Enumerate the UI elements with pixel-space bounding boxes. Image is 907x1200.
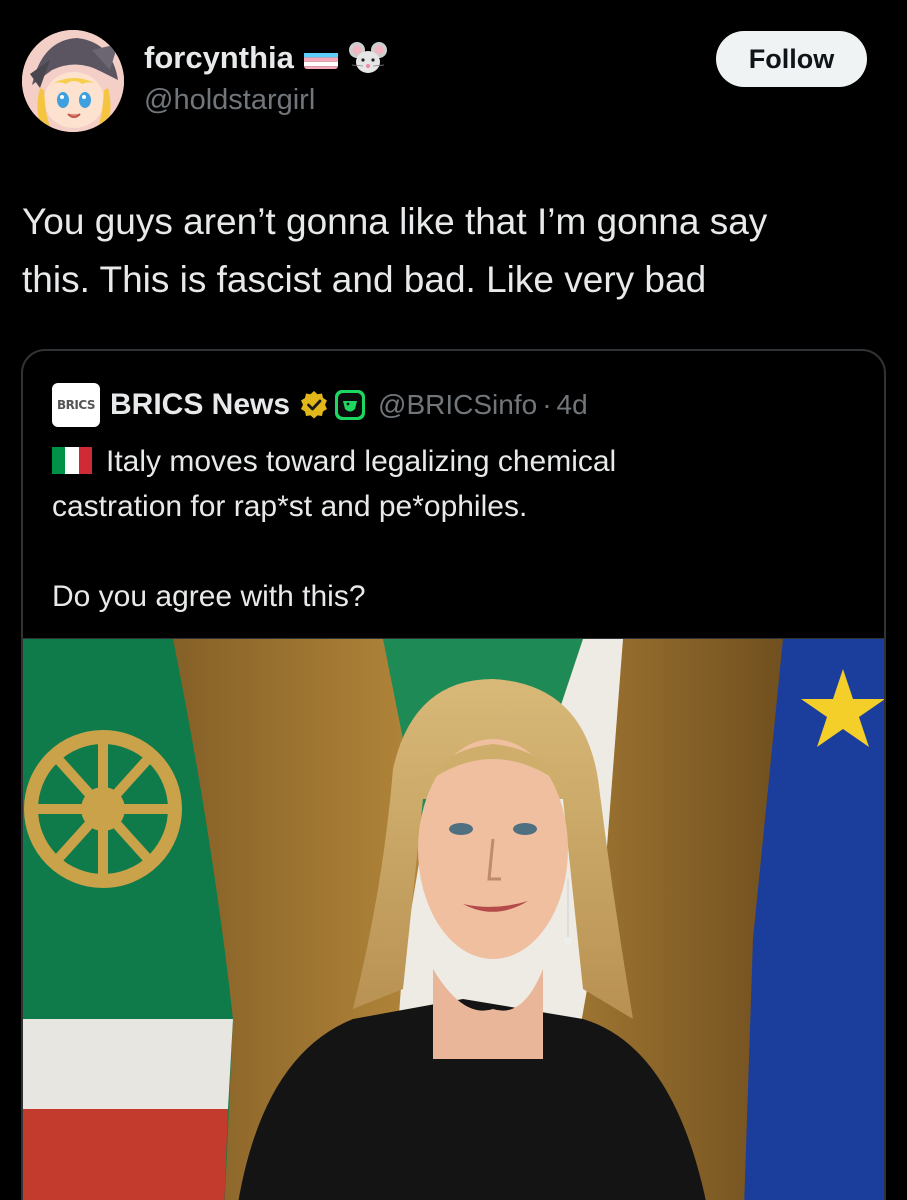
quoted-author-name[interactable]: BRICS News [110,388,290,422]
quoted-tweet-text: Italy moves toward legalizing chemical c… [52,439,852,619]
author-name-text: forcynthia [144,40,294,75]
quoted-text-line-1: Italy moves toward legalizing chemical [52,439,852,484]
italy-flag-icon [52,447,92,474]
follow-button[interactable]: Follow [716,31,867,87]
brics-logo-icon[interactable]: BRICS [52,383,100,427]
quoted-text-line-3: Do you agree with this? [52,580,366,613]
transgender-flag-icon [303,47,338,69]
quoted-text-line-1-content: Italy moves toward legalizing chemical [106,445,617,478]
quoted-timestamp[interactable]: 4d [557,389,588,421]
quoted-tweet-card[interactable]: BRICS BRICS News @BRICSinfo · 4d Italy m… [21,349,886,1200]
brics-logo-text: BRICS [56,398,96,412]
separator-dot: · [542,389,552,420]
verified-badge-icon [301,391,328,419]
quoted-tweet-header: BRICS BRICS News @BRICSinfo · 4d [52,383,588,427]
avatar[interactable] [22,30,124,132]
quoted-author-handle[interactable]: @BRICSinfo [378,389,537,421]
quoted-text-line-2: castration for rap*st and pe*ophiles. [52,490,528,523]
tweet-text-line-1: You guys aren’t gonna like that I’m gonn… [22,201,768,242]
author-handle[interactable]: @holdstargirl [144,84,315,117]
affiliate-badge-icon [335,390,366,420]
author-display-name[interactable]: forcynthia [144,40,388,76]
mouse-face-icon [348,40,388,76]
politician-photo-image [23,639,884,1200]
anime-girl-avatar-icon [22,30,124,132]
tweet-text: You guys aren’t gonna like that I’m gonn… [22,193,882,309]
quoted-tweet-photo[interactable] [23,638,884,1200]
tweet-text-line-2: this. This is fascist and bad. Like very… [22,259,707,300]
